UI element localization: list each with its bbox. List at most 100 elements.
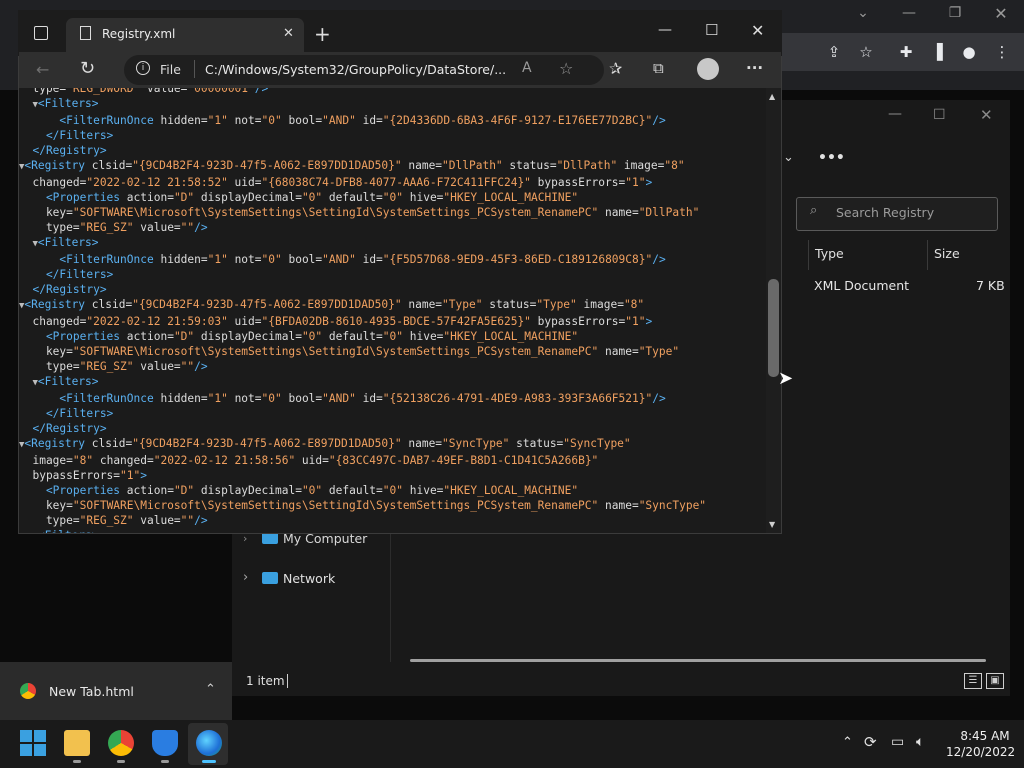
start-windows-icon[interactable] (20, 730, 46, 756)
bookmark-star-icon[interactable]: ☆ (855, 42, 877, 62)
column-divider[interactable] (927, 240, 928, 270)
xml-token: "" (180, 360, 195, 373)
file-page-icon (80, 26, 91, 40)
chevron-down-icon[interactable]: ⌄ (853, 5, 873, 21)
file-explorer-taskbar-icon[interactable] (64, 730, 90, 756)
xml-token: "{2D4336DD-6BA3-4F6F-9127-E176EE77D2BC}" (382, 114, 653, 127)
url-text[interactable]: C:/Windows/System32/GroupPolicy/DataStor… (205, 62, 506, 77)
xml-token: "0" (382, 191, 403, 204)
share-icon[interactable]: ⇪ (823, 42, 845, 62)
file-type-cell[interactable]: XML Document (814, 278, 909, 293)
xml-token: bypassErrors= (530, 176, 626, 189)
xml-line: bypassErrors="1"> (19, 468, 706, 483)
explorer-close-icon[interactable]: ✕ (980, 106, 993, 124)
xml-line: </Filters> (19, 406, 706, 421)
xml-token: uid= (227, 176, 262, 189)
xml-line: changed="2022-02-12 21:59:03" uid="{BFDA… (19, 314, 706, 329)
explorer-chevron-icon[interactable]: ⌄ (783, 150, 794, 165)
tab-actions-icon[interactable] (34, 26, 48, 40)
clock-date[interactable]: 12/20/2022 (946, 745, 1015, 759)
edge-maximize-icon[interactable]: ☐ (705, 21, 718, 39)
xml-token: name= (598, 206, 639, 219)
profile-avatar-icon[interactable] (697, 58, 719, 80)
xml-token: bypassErrors= (19, 469, 121, 482)
address-divider (194, 60, 195, 78)
chevron-up-icon[interactable]: ⌃ (205, 682, 216, 697)
column-divider[interactable] (808, 240, 809, 270)
edge-close-icon[interactable]: ✕ (751, 21, 764, 40)
close-icon[interactable]: ✕ (991, 4, 1011, 23)
xml-token: "DllPath" (556, 159, 618, 172)
xml-line: ▼<Filters> (19, 235, 706, 252)
info-icon[interactable]: i (136, 61, 150, 75)
file-size-cell[interactable]: 7 KB (976, 278, 1005, 293)
xml-token: action= (120, 484, 174, 497)
expand-chevron-icon[interactable]: › (243, 570, 248, 585)
read-aloud-icon[interactable]: A (522, 60, 532, 76)
xml-token: /> (652, 253, 666, 266)
xml-token: "HKEY_LOCAL_MACHINE" (443, 330, 579, 343)
edge-minimize-icon[interactable]: — (658, 22, 672, 38)
sync-icon[interactable]: ⟳ (864, 733, 877, 751)
mouse-cursor-icon: ➤ (778, 368, 794, 389)
xml-line: ▼<Filters> (19, 96, 706, 113)
xml-line: changed="2022-02-12 21:58:52" uid="{6803… (19, 175, 706, 190)
collections-icon[interactable]: ⧉ (653, 59, 664, 77)
security-shield-taskbar-icon[interactable] (152, 730, 178, 756)
scroll-down-arrow-icon[interactable]: ▼ (769, 520, 775, 529)
xml-token: "HKEY_LOCAL_MACHINE" (443, 191, 579, 204)
menu-kebab-icon[interactable]: ⋮ (991, 42, 1013, 62)
back-arrow-icon[interactable]: ← (36, 60, 49, 79)
xml-token: <Filters> (38, 529, 99, 533)
xml-token: "0" (382, 330, 403, 343)
xml-token: <Registry (24, 159, 86, 172)
clock-time[interactable]: 8:45 AM (960, 729, 1010, 743)
xml-token: "1" (625, 176, 646, 189)
xml-token: "HKEY_LOCAL_MACHINE" (443, 484, 579, 497)
xml-line: ▼<Filters> (19, 528, 706, 533)
xml-token: "SOFTWARE\Microsoft\SystemSettings\Setti… (72, 345, 599, 358)
large-icons-view-icon[interactable]: ▣ (986, 673, 1004, 689)
file-scheme-label[interactable]: File (160, 62, 181, 77)
column-header-type[interactable]: Type (815, 246, 844, 261)
xml-token: "2022-02-12 21:58:52" (86, 176, 228, 189)
add-favorite-icon[interactable]: ☆ (559, 59, 573, 78)
extensions-icon[interactable]: ✚ (895, 42, 917, 62)
xml-token: /> (194, 360, 208, 373)
sidepanel-icon[interactable]: ▐ (926, 42, 948, 62)
xml-token: default= (322, 484, 383, 497)
favorites-icon[interactable]: ✰ (609, 59, 622, 78)
tray-chevron-up-icon[interactable]: ⌃ (842, 735, 853, 750)
xml-line: </Registry> (19, 143, 706, 158)
xml-token: not= (227, 114, 262, 127)
new-tab-icon[interactable]: + (314, 22, 331, 46)
xml-token: </Filters> (19, 129, 114, 142)
restore-icon[interactable]: ❐ (945, 5, 965, 21)
xml-token: status= (482, 298, 537, 311)
scrollbar-thumb[interactable] (768, 279, 779, 377)
minimize-icon[interactable]: — (899, 5, 919, 21)
explorer-minimize-icon[interactable]: — (888, 106, 902, 122)
explorer-more-button[interactable]: ••• (818, 150, 845, 166)
edge-taskbar-icon[interactable] (196, 730, 222, 756)
column-header-size[interactable]: Size (934, 246, 960, 261)
xml-token: value= (133, 221, 181, 234)
xml-line: <FilterRunOnce hidden="1" not="0" bool="… (19, 113, 706, 128)
explorer-maximize-icon[interactable]: ☐ (933, 107, 946, 123)
xml-token: name= (598, 499, 639, 512)
volume-icon[interactable]: 🔈︎ (916, 734, 924, 750)
xml-token: <Registry (24, 298, 86, 311)
nav-item-network[interactable]: Network (283, 571, 335, 586)
profile-icon[interactable]: ● (958, 42, 980, 62)
tab-close-icon[interactable]: ✕ (283, 26, 294, 41)
download-filename[interactable]: New Tab.html (49, 684, 134, 699)
xml-token: key= (19, 499, 73, 512)
chrome-taskbar-icon[interactable] (108, 730, 134, 756)
network-tray-icon[interactable]: ▭ (891, 734, 904, 750)
details-view-icon[interactable]: ☰ (964, 673, 982, 689)
settings-more-icon[interactable]: ··· (746, 59, 763, 77)
xml-line: image="8" changed="2022-02-12 21:58:56" … (19, 453, 706, 468)
scroll-up-arrow-icon[interactable]: ▲ (769, 92, 775, 101)
xml-token: <Properties (19, 484, 121, 497)
refresh-icon[interactable]: ↻ (80, 58, 95, 79)
